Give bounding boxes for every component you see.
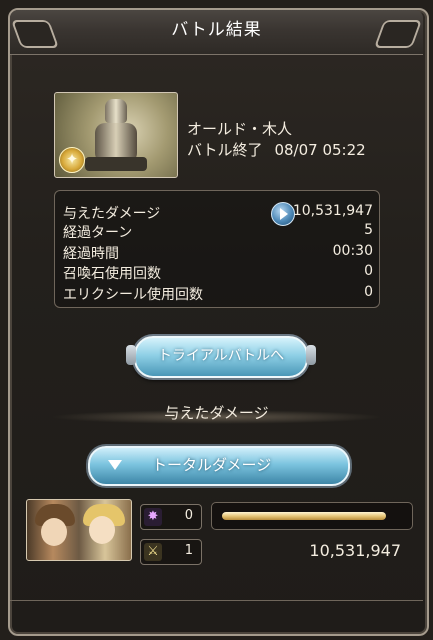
stat-chip-star: ✸ 0 — [140, 504, 202, 530]
chip1-value: 0 — [184, 508, 193, 523]
window-title: バトル結果 — [171, 20, 262, 40]
turns-value: 5 — [364, 222, 373, 238]
total-damage-dropdown[interactable]: トータルダメージ — [88, 446, 350, 486]
summons-label: 召喚石使用回数 — [63, 266, 161, 282]
stat-chip-swords: ⚔ 1 — [140, 539, 202, 565]
enemy-name: オールド・木人 — [187, 120, 293, 138]
time-label: 経過時間 — [63, 246, 119, 262]
party-portrait[interactable] — [26, 499, 132, 561]
stat-row-elixir: エリクシール使用回数 0 — [63, 284, 373, 304]
enemy-portrait: ✦ — [54, 92, 178, 178]
elixir-value: 0 — [364, 284, 373, 300]
elixir-label: エリクシール使用回数 — [63, 287, 203, 303]
bottom-rail — [10, 600, 423, 625]
turns-label: 経過ターン — [63, 225, 133, 241]
button-cap-left — [126, 345, 136, 365]
damage-value: 10,531,947 — [292, 203, 373, 219]
damage-label: 与えたダメージ — [63, 206, 161, 222]
purple-star-icon: ✸ — [144, 508, 162, 526]
trial-battle-label: トライアルバトルへ — [157, 348, 285, 364]
damage-bar — [211, 502, 413, 530]
stat-row-damage: 与えたダメージ 10,531,947 — [63, 202, 373, 226]
crossed-swords-icon: ⚔ — [144, 543, 162, 561]
stat-row-turns: 経過ターン 5 — [63, 222, 373, 242]
wind-element-icon: ✦ — [59, 147, 85, 173]
damage-bar-fill — [222, 512, 386, 520]
battle-end-label: バトル終了 — [187, 141, 263, 159]
stat-row-time: 経過時間 00:30 — [63, 243, 373, 263]
chevron-down-icon — [108, 460, 122, 470]
party-damage-total: 10,531,947 — [309, 541, 401, 560]
battle-stats-panel: 与えたダメージ 10,531,947 経過ターン 5 経過時間 00:30 召喚… — [54, 190, 380, 308]
chip2-value: 1 — [184, 543, 193, 558]
battle-end-info: バトル終了 08/07 05:22 — [187, 139, 366, 160]
total-damage-label: トータルダメージ — [152, 456, 272, 474]
section-title: 与えたダメージ — [164, 404, 269, 422]
summons-value: 0 — [364, 263, 373, 279]
button-cap-right — [306, 345, 316, 365]
battle-end-time: 08/07 05:22 — [274, 141, 366, 159]
wooden-dummy-image — [85, 99, 147, 171]
time-value: 00:30 — [332, 243, 373, 259]
trial-battle-button[interactable]: トライアルバトルへ — [126, 336, 316, 378]
stat-row-summons: 召喚石使用回数 0 — [63, 263, 373, 283]
